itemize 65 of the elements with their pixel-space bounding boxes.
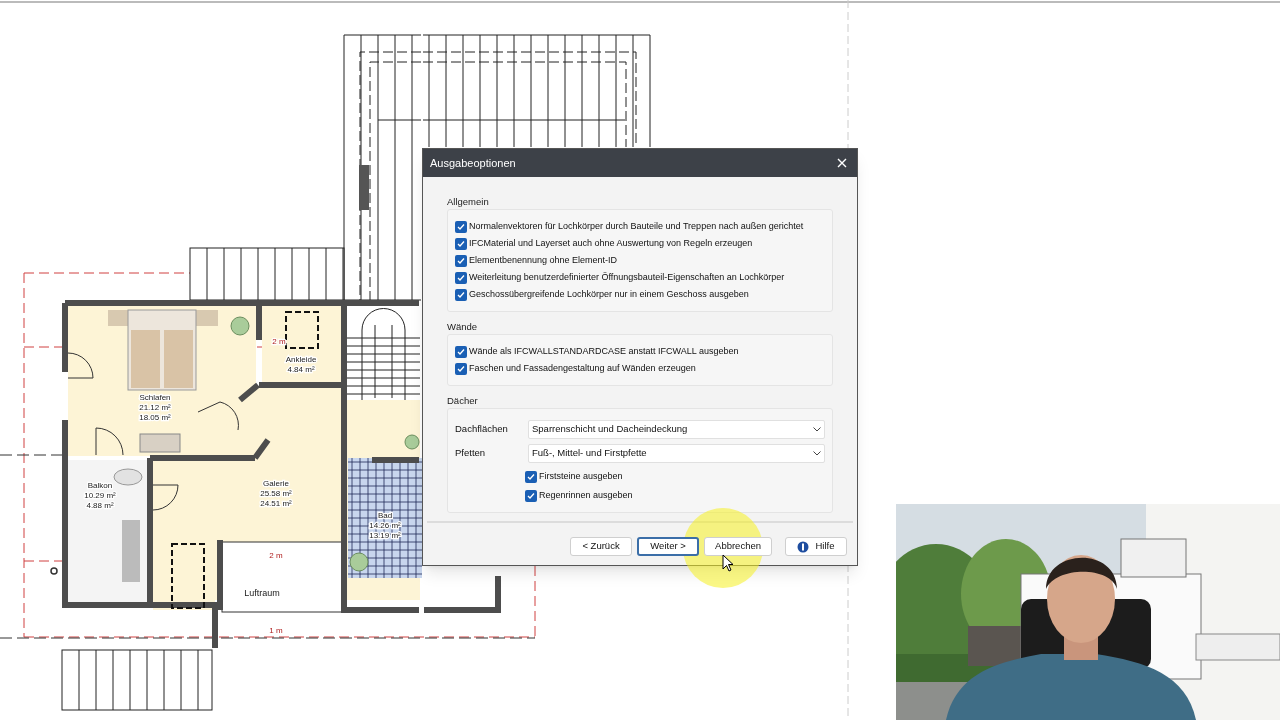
dialog-button[interactable]: Hilfe xyxy=(785,537,847,556)
dimension-label: 2 m xyxy=(272,337,286,346)
plant-icon xyxy=(404,434,420,450)
room-area: 10.29 m² xyxy=(84,491,116,500)
table-drawing xyxy=(171,543,205,609)
plant-icon xyxy=(349,552,369,572)
room-name: Ankleide xyxy=(285,355,317,364)
plant-icon xyxy=(230,316,250,336)
room-area: 18.05 m² xyxy=(139,413,171,422)
bench-drawing xyxy=(122,520,140,582)
dialog-button[interactable]: < Zurück xyxy=(570,537,633,556)
chevron-icon xyxy=(813,426,821,432)
dimension-label: 2 m xyxy=(269,551,283,560)
room-name: Balkon xyxy=(87,481,113,490)
room-area: 4.88 m² xyxy=(86,501,114,510)
dimension-label: 1 m xyxy=(269,626,283,635)
checkbox[interactable] xyxy=(455,288,467,301)
group-title: Dächer xyxy=(447,394,478,408)
chair-drawing xyxy=(113,468,143,486)
door-drawing xyxy=(152,484,179,511)
checkbox[interactable] xyxy=(455,220,467,233)
dialog-button[interactable]: Weiter > xyxy=(637,537,700,556)
close-icon[interactable] xyxy=(837,158,847,168)
marker-icon xyxy=(50,567,58,575)
checkbox-label: Regenrinnen ausgeben xyxy=(539,488,633,502)
room-area: 25.58 m² xyxy=(260,489,292,498)
room-area: 14.26 m² xyxy=(369,521,401,530)
checkbox-label: Faschen und Fassadengestaltung auf Wänden erzeugen xyxy=(469,361,696,375)
checkbox[interactable] xyxy=(455,271,467,284)
room-area: 24.51 m² xyxy=(260,499,292,508)
room-name: Galerie xyxy=(263,479,289,488)
field-label: Dachflächen xyxy=(455,421,509,436)
checkbox-label: Normalenvektoren für Lochkörper durch Bauteile und Treppen nach außen gerichtet xyxy=(469,219,804,233)
checkbox[interactable] xyxy=(525,470,537,483)
checkbox[interactable] xyxy=(525,489,537,502)
dialog-button[interactable]: Abbrechen xyxy=(704,537,772,556)
door-drawing xyxy=(95,427,124,456)
chevron-icon xyxy=(813,450,821,456)
checkbox-label: Firststeine ausgeben xyxy=(539,469,623,483)
checkbox-label: IFCMaterial und Layerset auch ohne Auswertung von Regeln erzeugen xyxy=(469,236,753,250)
room-name: Schlafen xyxy=(139,393,171,402)
checkbox-label: Geschossübergreifende Lochkörper nur in einem Geschoss ausgeben xyxy=(469,287,749,301)
group-title: Wände xyxy=(447,320,478,334)
table-drawing xyxy=(285,311,319,349)
room-name: Luftraum xyxy=(244,588,280,598)
checkbox[interactable] xyxy=(455,237,467,250)
sideboard-drawing xyxy=(139,433,181,453)
checkbox[interactable] xyxy=(455,254,467,267)
dropdown[interactable]: Sparrenschicht und Dacheindeckung xyxy=(528,419,825,439)
door-drawing xyxy=(197,401,239,431)
field-label: Pfetten xyxy=(455,445,487,460)
checkbox-label: Wände als IFCWALLSTANDARDCASE anstatt IFCWALL ausgeben xyxy=(469,344,739,358)
door-drawing xyxy=(67,352,94,379)
room-name: Bad xyxy=(377,511,393,520)
help-icon xyxy=(797,540,810,553)
room-area: 4.84 m² xyxy=(287,365,315,374)
room-area: 21.12 m² xyxy=(139,403,171,412)
group-title: Allgemein xyxy=(447,195,489,209)
window-title: Ausgabeoptionen xyxy=(430,155,516,171)
checkbox[interactable] xyxy=(455,362,467,375)
room-area: 13.19 m² xyxy=(369,531,401,540)
checkbox-label: Weiterleitung benutzerdefinierter Öffnungsbauteil-Eigenschaften an Lochkörper xyxy=(469,270,785,284)
dropdown[interactable]: Fuß-, Mittel- und Firstpfette xyxy=(528,443,825,463)
checkbox[interactable] xyxy=(455,345,467,358)
checkbox-label: Elementbenennung ohne Element-ID xyxy=(469,253,618,267)
